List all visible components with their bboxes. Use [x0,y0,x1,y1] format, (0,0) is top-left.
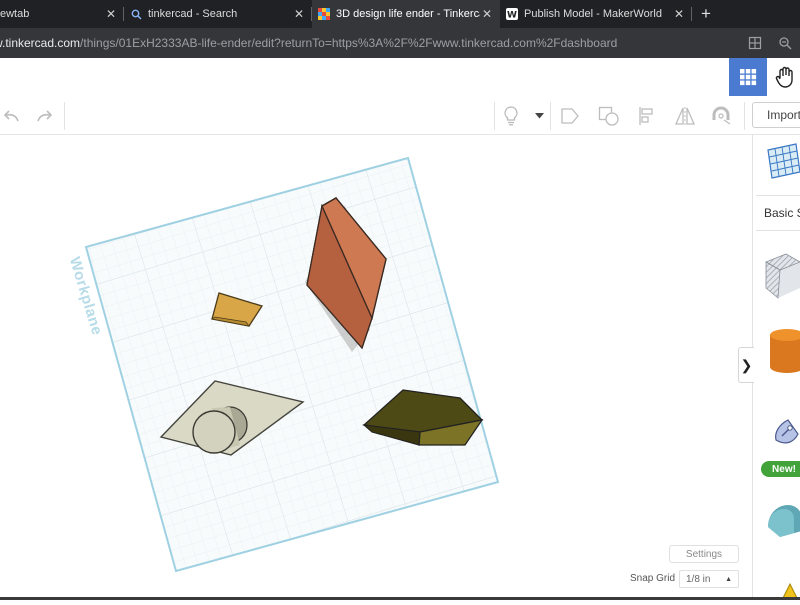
align-button[interactable] [632,98,662,134]
browser-tab-search[interactable]: tinkercad - Search ✕ [124,0,312,28]
pen-icon [775,419,799,444]
url-text[interactable]: w.tinkercad.com/things/01ExH2333AB-life-… [0,36,617,50]
group-button[interactable] [555,98,585,134]
shape-cylinder[interactable] [756,323,800,383]
mirror-icon [675,107,695,125]
address-bar[interactable]: w.tinkercad.com/things/01ExH2333AB-life-… [0,28,800,58]
undo-icon [3,110,19,122]
toggle-notes-button[interactable] [497,98,525,134]
snap-grid-value: 1/8 in [686,573,711,585]
group-icon [561,108,579,124]
workplane-icon [767,143,800,179]
toolbar-divider [64,102,65,130]
tab-title: ewtab [0,8,30,20]
redo-icon [37,110,53,122]
shape-scribble[interactable] [756,410,800,460]
lightbulb-icon [504,106,518,126]
workplane-canvas[interactable]: Workplane [0,135,752,600]
workplane-tool[interactable] [756,140,800,186]
workplane-grid[interactable] [84,156,500,573]
notes-dropdown[interactable] [528,98,550,134]
install-app-icon[interactable] [740,36,770,50]
editor-header [0,58,800,99]
ungroup-icon [598,106,619,126]
shape-category-select[interactable]: Basic S [756,195,800,231]
search-icon [130,8,142,20]
sim-lab-button[interactable] [771,58,800,96]
cylinder-icon [770,329,800,373]
half-cylinder-icon [768,505,800,537]
box-hole-icon [765,253,800,299]
new-badge: New! [761,461,800,477]
tab-title: tinkercad - Search [148,8,238,20]
toolbar-divider [550,102,551,130]
magnet-icon [712,106,731,125]
collapse-panel-toggle[interactable]: ❯ [738,347,754,383]
ungroup-button[interactable] [594,98,624,134]
undo-button[interactable] [0,98,22,134]
hand-icon [775,66,793,88]
caret-down-icon [534,113,544,119]
grid-icon [740,69,757,86]
toolbar-divider [744,102,745,130]
caret-up-icon: ▲ [725,576,732,583]
shape-roof[interactable] [756,493,800,543]
align-icon [639,107,653,125]
tab-title: 3D design life ender - Tinkercad [336,8,480,20]
close-icon[interactable]: ✕ [292,7,306,21]
close-icon[interactable]: ✕ [104,7,118,21]
browser-tab-tinkercad[interactable]: 3D design life ender - Tinkercad ✕ [312,0,500,28]
snap-grid-label: Snap Grid [630,573,676,584]
editor-toolbar [0,98,800,135]
toolbar-divider [494,102,495,130]
zoom-icon[interactable] [770,36,800,50]
settings-button[interactable]: Settings [669,545,739,563]
mirror-button[interactable] [670,98,700,134]
tinkercad-favicon [318,8,330,20]
cruise-button[interactable] [706,98,736,134]
tab-title: Publish Model - MakerWorld [524,8,662,20]
browser-tab-bar: ewtab ✕ tinkercad - Search ✕ 3D design l… [0,0,800,28]
grid-view-button[interactable] [729,58,767,96]
import-button[interactable]: Import [752,102,800,128]
shape-pyramid[interactable] [756,578,800,601]
url-host: w.tinkercad.com [0,36,81,50]
shape-box-hole[interactable] [756,248,800,308]
close-icon[interactable]: ✕ [480,7,494,21]
tab-separator [691,7,692,21]
close-icon[interactable]: ✕ [672,7,686,21]
redo-button[interactable] [30,98,60,134]
svg-text:W: W [507,11,517,21]
snap-grid-select[interactable]: 1/8 in ▲ [679,570,739,588]
new-tab-button[interactable]: + [692,0,720,28]
browser-tab-newtab[interactable]: ewtab ✕ [0,0,124,28]
address-bar-actions [740,28,800,58]
url-path: /things/01ExH2333AB-life-ender/edit?retu… [80,36,618,50]
makerworld-favicon: W [506,8,518,20]
browser-tab-makerworld[interactable]: W Publish Model - MakerWorld ✕ [500,0,692,28]
